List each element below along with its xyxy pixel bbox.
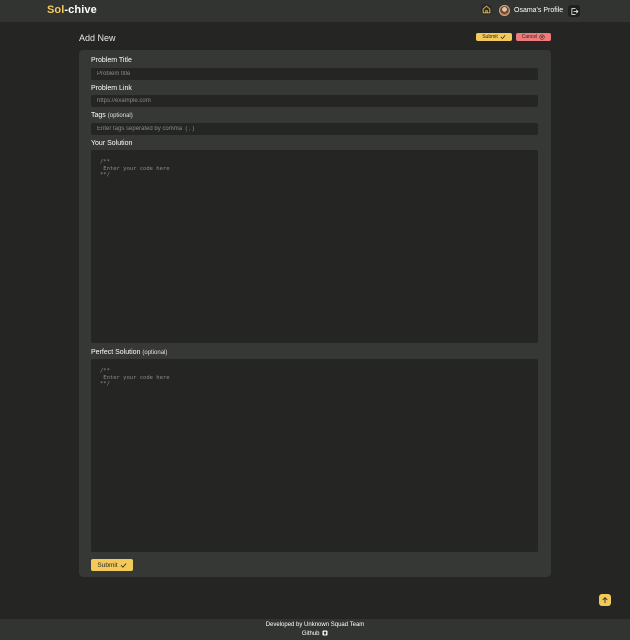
check-icon xyxy=(120,562,126,568)
submit-button-bottom-label: Submit xyxy=(97,561,118,569)
logout-button[interactable] xyxy=(568,5,580,17)
github-link-label: Github xyxy=(301,631,320,637)
check-icon xyxy=(500,35,506,39)
problem-title-input[interactable] xyxy=(91,68,538,80)
page-title: Add New xyxy=(79,33,116,43)
github-link[interactable]: Github xyxy=(0,630,630,637)
home-icon xyxy=(482,5,491,14)
app-logo[interactable]: Sol -chive xyxy=(47,4,97,16)
github-icon xyxy=(322,630,328,636)
your-solution-label: Your Solution xyxy=(91,140,133,147)
your-solution-editor[interactable]: /** Enter your code here **/ xyxy=(91,150,538,343)
footer: Developed by Unknown Squad Team Github xyxy=(0,619,630,640)
problem-link-input[interactable] xyxy=(91,95,538,107)
submit-button-top[interactable]: Submit xyxy=(476,33,512,41)
submit-button-label: Submit xyxy=(482,34,498,40)
tags-label: Tags (optional) xyxy=(91,112,133,119)
logout-icon xyxy=(571,7,578,15)
cancel-button[interactable]: Cancel xyxy=(516,33,551,41)
x-circle-icon xyxy=(539,34,545,40)
logo-rest-text: -chive xyxy=(64,4,97,16)
tags-input[interactable] xyxy=(91,123,538,135)
perfect-solution-editor[interactable]: /** Enter your code here **/ xyxy=(91,359,538,552)
scroll-to-top-button[interactable] xyxy=(599,594,611,606)
arrow-up-icon xyxy=(602,597,608,604)
profile-link[interactable]: Osama's Profile xyxy=(514,7,563,14)
problem-link-label: Problem Link xyxy=(91,85,132,92)
problem-title-label: Problem Title xyxy=(91,57,132,64)
logo-accent-text: Sol xyxy=(47,4,65,16)
perfect-solution-optional-text: (optional) xyxy=(142,350,168,356)
home-button[interactable] xyxy=(481,4,492,15)
avatar[interactable] xyxy=(499,5,510,16)
perfect-solution-label: Perfect Solution (optional) xyxy=(91,349,168,356)
tags-optional-text: (optional) xyxy=(107,113,133,119)
footer-credit: Developed by Unknown Squad Team xyxy=(265,622,365,628)
add-problem-form: Problem Title Problem Link Tags (optiona… xyxy=(79,50,551,577)
cancel-button-label: Cancel xyxy=(521,34,538,40)
submit-button-bottom[interactable]: Submit xyxy=(91,559,133,571)
top-navbar: Sol -chive Osama's Profile xyxy=(0,0,630,22)
